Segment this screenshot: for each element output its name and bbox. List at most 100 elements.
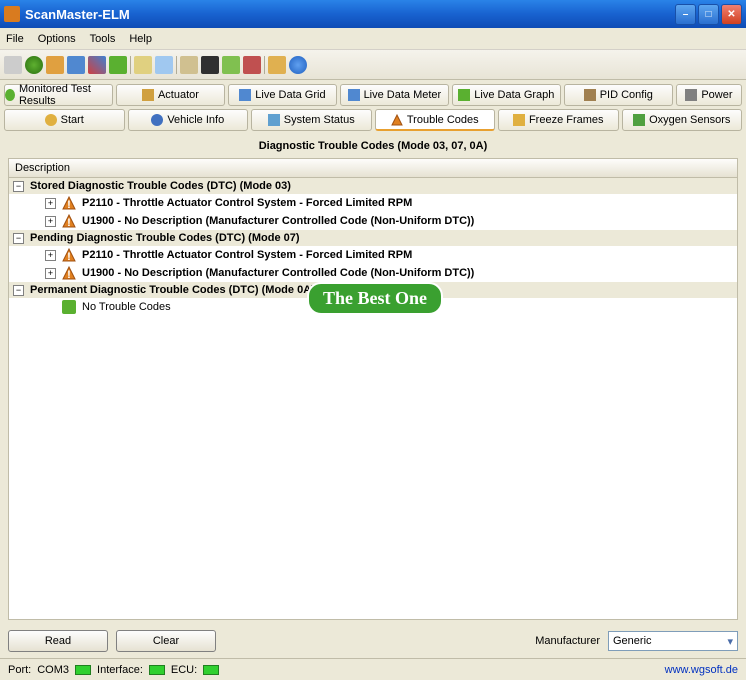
grid-icon xyxy=(239,89,251,101)
actuator-icon xyxy=(142,89,154,101)
menu-options[interactable]: Options xyxy=(38,33,76,45)
manufacturer-select[interactable]: Generic xyxy=(608,631,738,651)
action-bar: Read Clear Manufacturer Generic xyxy=(0,624,746,658)
ok-icon xyxy=(62,300,76,314)
watermark: The Best One xyxy=(307,282,443,315)
dtc-text: U1900 - No Description (Manufacturer Con… xyxy=(82,267,474,279)
port-led xyxy=(75,665,91,675)
panel: Diagnostic Trouble Codes (Mode 03, 07, 0… xyxy=(8,134,738,620)
toolbar-button-7[interactable] xyxy=(134,56,152,74)
expand-icon[interactable]: + xyxy=(45,268,56,279)
expand-icon[interactable]: + xyxy=(45,198,56,209)
collapse-icon[interactable]: − xyxy=(13,233,24,244)
tab-power[interactable]: Power xyxy=(676,84,742,106)
toolbar-button-3[interactable] xyxy=(46,56,64,74)
dtc-text: U1900 - No Description (Manufacturer Con… xyxy=(82,215,474,227)
collapse-icon[interactable]: − xyxy=(13,181,24,192)
toolbar-button-6[interactable] xyxy=(109,56,127,74)
interface-led xyxy=(149,665,165,675)
freeze-icon xyxy=(513,114,525,126)
tabstrip: Monitored Test Results Actuator Live Dat… xyxy=(0,80,746,131)
menubar: File Options Tools Help xyxy=(0,28,746,50)
toolbar-button-12[interactable] xyxy=(243,56,261,74)
menu-file[interactable]: File xyxy=(6,33,24,45)
graph-icon xyxy=(458,89,470,101)
gear-icon[interactable] xyxy=(268,56,286,74)
group-label: Pending Diagnostic Trouble Codes (DTC) (… xyxy=(30,232,300,244)
console-icon[interactable] xyxy=(201,56,219,74)
window-title: ScanMaster-ELM xyxy=(25,7,673,22)
toolbar-button-1[interactable] xyxy=(4,56,22,74)
group-label: Permanent Diagnostic Trouble Codes (DTC)… xyxy=(30,284,315,296)
config-icon xyxy=(584,89,596,101)
clear-button[interactable]: Clear xyxy=(116,630,216,652)
globe-icon[interactable] xyxy=(25,56,43,74)
warn-icon: ! xyxy=(62,266,76,280)
power-icon xyxy=(685,89,697,101)
group-label: Stored Diagnostic Trouble Codes (DTC) (M… xyxy=(30,180,291,192)
info-icon[interactable] xyxy=(289,56,307,74)
expand-icon[interactable]: + xyxy=(45,216,56,227)
chart-icon[interactable] xyxy=(88,56,106,74)
titlebar: ScanMaster-ELM – □ ✕ xyxy=(0,0,746,28)
tab-vehicle-info[interactable]: Vehicle Info xyxy=(128,109,249,131)
menu-tools[interactable]: Tools xyxy=(90,33,116,45)
dtc-tree[interactable]: −Stored Diagnostic Trouble Codes (DTC) (… xyxy=(8,178,738,620)
toolbar-button-11[interactable] xyxy=(222,56,240,74)
warn-icon: ! xyxy=(62,196,76,210)
app-icon xyxy=(4,6,20,22)
dtc-item[interactable]: +! U1900 - No Description (Manufacturer C… xyxy=(9,264,737,282)
tree-group[interactable]: −Stored Diagnostic Trouble Codes (DTC) (… xyxy=(9,178,737,194)
tab-monitored-test-results[interactable]: Monitored Test Results xyxy=(4,84,113,106)
ecu-led xyxy=(203,665,219,675)
port-value: COM3 xyxy=(37,664,69,676)
warn-icon: ! xyxy=(62,248,76,262)
start-icon xyxy=(45,114,57,126)
dtc-text: P2110 - Throttle Actuator Control System… xyxy=(82,249,412,261)
svg-text:!: ! xyxy=(67,251,71,262)
tab-freeze-frames[interactable]: Freeze Frames xyxy=(498,109,619,131)
close-button[interactable]: ✕ xyxy=(721,4,742,25)
dtc-text: P2110 - Throttle Actuator Control System… xyxy=(82,197,412,209)
tab-actuator[interactable]: Actuator xyxy=(116,84,225,106)
toolbar xyxy=(0,50,746,80)
read-button[interactable]: Read xyxy=(8,630,108,652)
tab-pid-config[interactable]: PID Config xyxy=(564,84,673,106)
toolbar-button-8[interactable] xyxy=(155,56,173,74)
website-link[interactable]: www.wgsoft.de xyxy=(665,664,738,676)
minimize-button[interactable]: – xyxy=(675,4,696,25)
grid-icon[interactable] xyxy=(67,56,85,74)
meter-icon xyxy=(348,89,360,101)
results-icon xyxy=(5,89,15,101)
tab-live-data-graph[interactable]: Live Data Graph xyxy=(452,84,561,106)
expand-icon[interactable]: + xyxy=(45,250,56,261)
collapse-icon[interactable]: − xyxy=(13,285,24,296)
port-label: Port: xyxy=(8,664,31,676)
svg-text:!: ! xyxy=(67,269,71,280)
panel-title: Diagnostic Trouble Codes (Mode 03, 07, 0… xyxy=(8,134,738,158)
tab-oxygen-sensors[interactable]: Oxygen Sensors xyxy=(622,109,743,131)
manufacturer-label: Manufacturer xyxy=(535,635,600,647)
tab-trouble-codes[interactable]: Trouble Codes xyxy=(375,109,496,131)
tab-live-data-meter[interactable]: Live Data Meter xyxy=(340,84,449,106)
dtc-item[interactable]: +! U1900 - No Description (Manufacturer C… xyxy=(9,212,737,230)
tab-live-data-grid[interactable]: Live Data Grid xyxy=(228,84,337,106)
toolbar-button-9[interactable] xyxy=(180,56,198,74)
status-icon xyxy=(268,114,280,126)
dtc-item[interactable]: +! P2110 - Throttle Actuator Control Syst… xyxy=(9,246,737,264)
svg-text:!: ! xyxy=(67,217,71,228)
tab-start[interactable]: Start xyxy=(4,109,125,131)
o2-icon xyxy=(633,114,645,126)
ecu-label: ECU: xyxy=(171,664,197,676)
warn-icon xyxy=(391,114,403,126)
svg-text:!: ! xyxy=(67,199,71,210)
menu-help[interactable]: Help xyxy=(129,33,152,45)
dtc-item[interactable]: +! P2110 - Throttle Actuator Control Syst… xyxy=(9,194,737,212)
tab-system-status[interactable]: System Status xyxy=(251,109,372,131)
warn-icon: ! xyxy=(62,214,76,228)
tree-group[interactable]: −Pending Diagnostic Trouble Codes (DTC) … xyxy=(9,230,737,246)
maximize-button[interactable]: □ xyxy=(698,4,719,25)
column-header-description[interactable]: Description xyxy=(8,158,738,178)
interface-label: Interface: xyxy=(97,664,143,676)
dtc-text: No Trouble Codes xyxy=(82,301,171,313)
